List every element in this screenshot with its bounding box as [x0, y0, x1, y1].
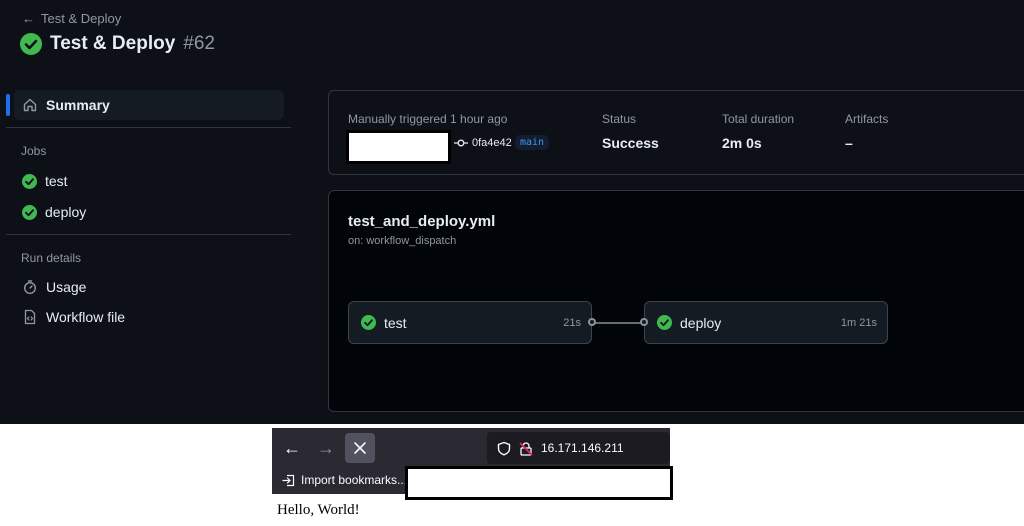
artifacts-label: Artifacts: [845, 112, 889, 126]
trigger-label: Manually triggered 1 hour ago: [348, 112, 508, 126]
success-check-icon: [20, 33, 42, 55]
page-content-text: Hello, World!: [277, 502, 360, 518]
success-check-icon: [361, 315, 376, 330]
artifacts-value: –: [845, 135, 853, 151]
sidebar-item-workflow-file[interactable]: Workflow file: [14, 302, 284, 332]
forward-button[interactable]: →: [311, 433, 341, 463]
active-indicator: [6, 94, 10, 116]
branch-badge[interactable]: main: [515, 135, 550, 150]
back-link[interactable]: ← Test & Deploy: [22, 11, 121, 26]
arrow-left-icon: ←: [22, 11, 35, 26]
insecure-lock-icon: [519, 441, 533, 456]
sidebar-item-deploy[interactable]: deploy: [14, 197, 284, 227]
duration-label: Total duration: [722, 112, 795, 126]
sidebar-item-usage[interactable]: Usage: [14, 272, 284, 302]
url-bar[interactable]: 16.171.146.211: [487, 432, 670, 464]
job-name: test: [384, 314, 407, 331]
job-name: deploy: [680, 314, 722, 331]
page-title: Test & Deploy #62: [20, 33, 215, 55]
job-connector: [592, 322, 644, 324]
sidebar-item-label: Usage: [46, 279, 87, 295]
job-duration: 1m 21s: [840, 316, 877, 329]
status-label: Status: [602, 112, 637, 126]
duration-value: 2m 0s: [722, 135, 762, 151]
sidebar-divider: [6, 127, 291, 128]
sidebar-item-label: deploy: [45, 204, 87, 220]
redacted-actor: [346, 130, 451, 164]
commit-sha: 0fa4e42: [472, 137, 512, 149]
sidebar-item-label: Summary: [46, 97, 110, 113]
jobs-heading: Jobs: [21, 144, 47, 158]
success-check-icon: [22, 173, 37, 189]
stopwatch-icon: [23, 280, 37, 295]
sidebar-divider: [6, 234, 291, 235]
job-duration: 21s: [563, 316, 581, 329]
success-check-icon: [22, 204, 37, 220]
workflow-trigger: on: workflow_dispatch: [348, 235, 457, 247]
close-icon: [354, 442, 366, 454]
stop-button[interactable]: [345, 433, 375, 463]
import-icon: [282, 474, 295, 486]
back-link-label: Test & Deploy: [41, 11, 122, 26]
job-card-deploy[interactable]: deploy 1m 21s: [644, 301, 888, 344]
sidebar-item-label: test: [45, 173, 68, 189]
workflow-file-name[interactable]: test_and_deploy.yml: [348, 213, 495, 230]
back-button[interactable]: ←: [277, 433, 307, 463]
url-text: 16.171.146.211: [541, 441, 624, 455]
import-bookmarks-link[interactable]: Import bookmarks...: [301, 473, 407, 487]
arrow-left-icon: ←: [283, 437, 301, 458]
sidebar-item-summary[interactable]: Summary: [14, 90, 284, 120]
connector-dot-left: [588, 318, 596, 326]
run-number: #62: [183, 33, 215, 54]
commit-link[interactable]: 0fa4e42: [454, 137, 512, 149]
sidebar-item-test[interactable]: test: [14, 166, 284, 196]
commit-icon: [454, 139, 468, 147]
redacted-region: [405, 466, 673, 500]
file-code-icon: [24, 309, 36, 325]
run-title: Test & Deploy: [50, 33, 176, 54]
home-icon: [23, 98, 37, 112]
connector-dot-right: [640, 318, 648, 326]
arrow-right-icon: →: [317, 437, 335, 458]
github-actions-run-page: ← Test & Deploy Test & Deploy #62 Summar…: [0, 0, 1024, 424]
status-value: Success: [602, 135, 659, 151]
run-details-heading: Run details: [21, 251, 82, 265]
success-check-icon: [657, 315, 672, 330]
sidebar-item-label: Workflow file: [46, 309, 126, 325]
shield-icon: [497, 441, 511, 455]
job-card-test[interactable]: test 21s: [348, 301, 592, 344]
